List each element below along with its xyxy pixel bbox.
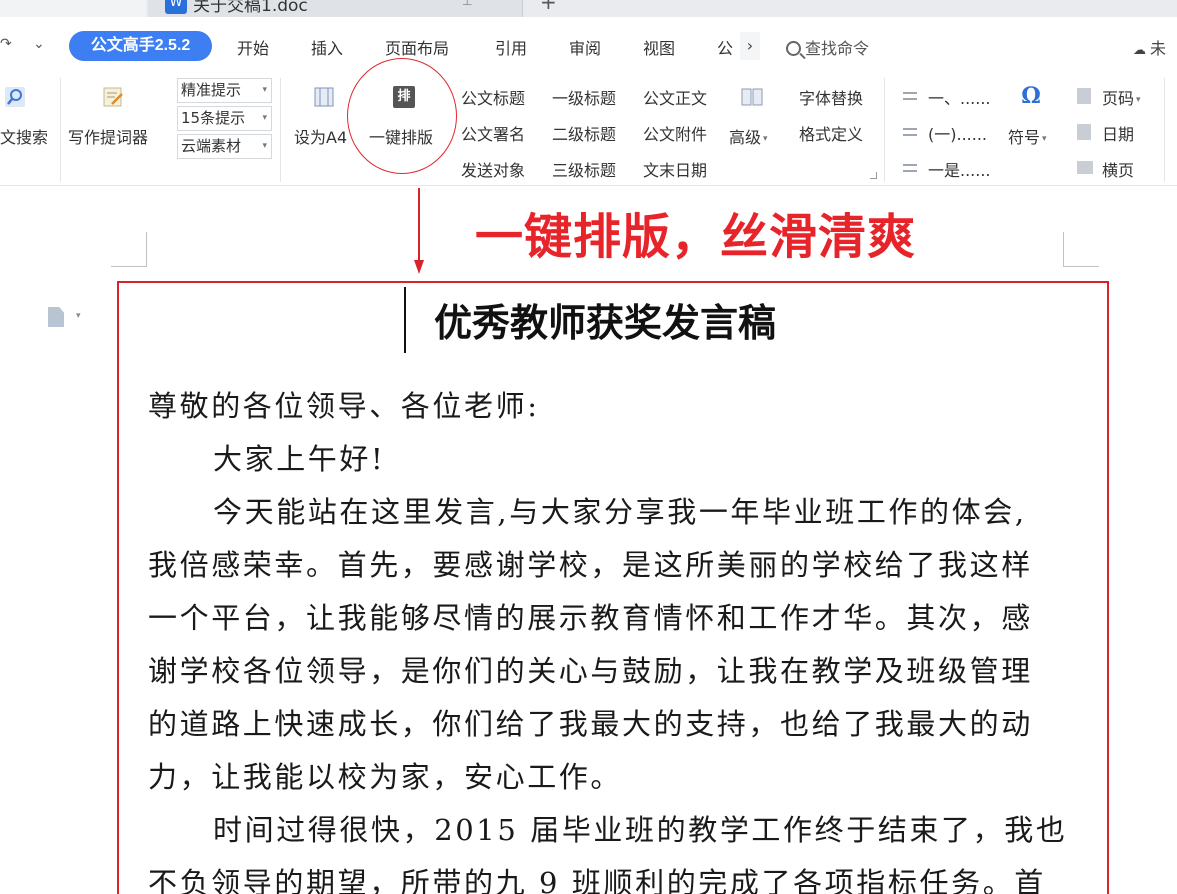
page-corner-marker: [1063, 232, 1099, 267]
chevron-down-icon: ▾: [1042, 134, 1047, 144]
page-number-button[interactable]: 页码 ▾: [1102, 85, 1141, 109]
tab-start[interactable]: 开始: [237, 35, 269, 59]
book-icon: [741, 88, 763, 106]
document-title: 优秀教师获奖发言稿: [433, 300, 776, 345]
doc-line: 我倍感荣幸。首先，要感谢学校，是这所美丽的学校给了我这样: [148, 548, 1033, 582]
pin-icon[interactable]: ⊥: [462, 0, 472, 8]
tab-view[interactable]: 视图: [643, 35, 675, 59]
new-tab-icon[interactable]: +: [540, 0, 557, 14]
landscape-button[interactable]: 横页: [1102, 157, 1134, 181]
redo-icon[interactable]: ↷: [0, 36, 12, 52]
advanced-label: 高级: [729, 128, 762, 147]
tab-references[interactable]: 引用: [495, 35, 527, 59]
tab-strip: W 关于交稿1.doc ⊥ +: [0, 0, 1177, 17]
symbol-label: 符号: [1008, 128, 1041, 147]
chevron-down-icon: ▾: [262, 141, 267, 151]
cloud-material-select[interactable]: 云端素材 ▾: [177, 134, 272, 159]
list-icon: [903, 161, 917, 175]
doc-line-greeting: 大家上午好!: [213, 442, 386, 476]
cloud-material-value: 云端素材: [181, 137, 242, 155]
page-grid-icon: [314, 87, 334, 107]
word-doc-icon: W: [165, 0, 187, 14]
symbol-button[interactable]: 符号 ▾: [1008, 124, 1047, 148]
doc-line: 不负领导的期望，所带的九 9 班顺利的完成了各项指标任务。首: [148, 866, 1046, 894]
chevron-down-icon: ▾: [1136, 95, 1141, 105]
style-doc-attachment[interactable]: 公文附件: [643, 121, 707, 145]
style-doc-signature[interactable]: 公文署名: [461, 121, 525, 145]
date-icon: [1077, 124, 1091, 140]
tab-review[interactable]: 审阅: [569, 35, 601, 59]
page-number-icon: [1077, 88, 1091, 104]
doc-line: 谢学校各位领导，是你们的关心与鼓励，让我在教学及班级管理: [148, 654, 1033, 688]
landscape-icon: [1077, 161, 1093, 174]
doc-line: 一个平台，让我能够尽情的展示教育情怀和工作才华。其次，感: [148, 601, 1033, 635]
page-corner-marker: [111, 232, 147, 267]
style-doc-body[interactable]: 公文正文: [643, 85, 707, 109]
doc-line: 的道路上快速成长，你们给了我最大的支持，也给了我最大的动: [148, 707, 1033, 741]
annotation-circle: [347, 58, 457, 174]
style-end-date[interactable]: 文末日期: [643, 157, 707, 181]
chevron-down-icon: ▾: [763, 134, 768, 144]
doc-line: 力，让我能以校为家，安心工作。: [148, 760, 623, 794]
brand-tab[interactable]: 公文高手2.5.2: [69, 31, 212, 61]
precise-hint-select[interactable]: 精准提示 ▾: [177, 78, 272, 103]
chevron-down-icon: ▾: [262, 113, 267, 123]
page-number-label: 页码: [1102, 89, 1135, 108]
chevron-right-icon[interactable]: ›: [740, 32, 760, 60]
sync-status[interactable]: ☁ 未: [1133, 35, 1166, 59]
ribbon: 文搜索 写作提词器 精准提示 ▾ 15条提示 ▾ 云端素材 ▾ 设为A4 排 一键排版…: [0, 72, 1177, 186]
cloud-icon: ☁: [1133, 43, 1146, 58]
edit-icon: [103, 87, 123, 107]
dialog-launcher-icon[interactable]: [870, 172, 877, 179]
precise-hint-value: 精准提示: [181, 81, 242, 99]
doc-line: 时间过得很快，2015 届毕业班的教学工作终于结束了，我也: [213, 813, 1068, 847]
tab-page-layout[interactable]: 页面布局: [385, 35, 449, 59]
omega-icon: Ω: [1021, 83, 1041, 109]
tab-gongwen[interactable]: 公: [717, 35, 733, 59]
advanced-button[interactable]: 高级 ▾: [729, 124, 768, 148]
annotation-arrow: [414, 188, 424, 274]
highlight-frame: [117, 281, 1109, 894]
menu-bar: ↷ ⌄ 公文高手2.5.2 开始 插入 页面布局 引用 审阅 视图 公 › 查找…: [0, 28, 1177, 64]
numbering-paren[interactable]: (一)......: [928, 121, 987, 145]
hint-count-value: 15条提示: [181, 109, 246, 127]
date-button[interactable]: 日期: [1102, 121, 1134, 145]
sync-label: 未: [1150, 39, 1167, 58]
tab-title[interactable]: 关于交稿1.doc: [193, 0, 308, 16]
search-icon: [786, 41, 801, 56]
annotation-text: 一键排版，丝滑清爽: [475, 209, 917, 265]
tab-insert[interactable]: 插入: [311, 35, 343, 59]
format-define-button[interactable]: 格式定义: [799, 121, 863, 145]
font-replace-button[interactable]: 字体替换: [799, 85, 863, 109]
style-recipient[interactable]: 发送对象: [461, 157, 525, 181]
chevron-down-icon: ▾: [262, 85, 267, 95]
hint-count-select[interactable]: 15条提示 ▾: [177, 106, 272, 131]
style-heading-2[interactable]: 二级标题: [552, 121, 616, 145]
list-icon: [903, 89, 917, 103]
set-a4-button[interactable]: 设为A4: [294, 124, 347, 148]
search-button[interactable]: 文搜索: [0, 124, 48, 148]
magnifier-icon: [5, 87, 25, 107]
tab-previous[interactable]: [0, 0, 146, 17]
writing-prompter-button[interactable]: 写作提词器: [68, 124, 148, 148]
numbering-chinese[interactable]: 一、......: [928, 85, 991, 109]
numbering-first[interactable]: 一是......: [928, 157, 991, 181]
style-doc-title[interactable]: 公文标题: [461, 85, 525, 109]
search-command-label: 查找命令: [805, 39, 870, 58]
customize-quick-access-icon[interactable]: ⌄: [33, 36, 45, 52]
search-command[interactable]: 查找命令: [786, 35, 869, 59]
style-heading-1[interactable]: 一级标题: [552, 85, 616, 109]
style-heading-3[interactable]: 三级标题: [552, 157, 616, 181]
list-icon: [903, 125, 917, 139]
doc-line: 今天能站在这里发言,与大家分享我一年毕业班工作的体会,: [213, 495, 1027, 529]
doc-line-salutation: 尊敬的各位领导、各位老师:: [148, 389, 540, 423]
